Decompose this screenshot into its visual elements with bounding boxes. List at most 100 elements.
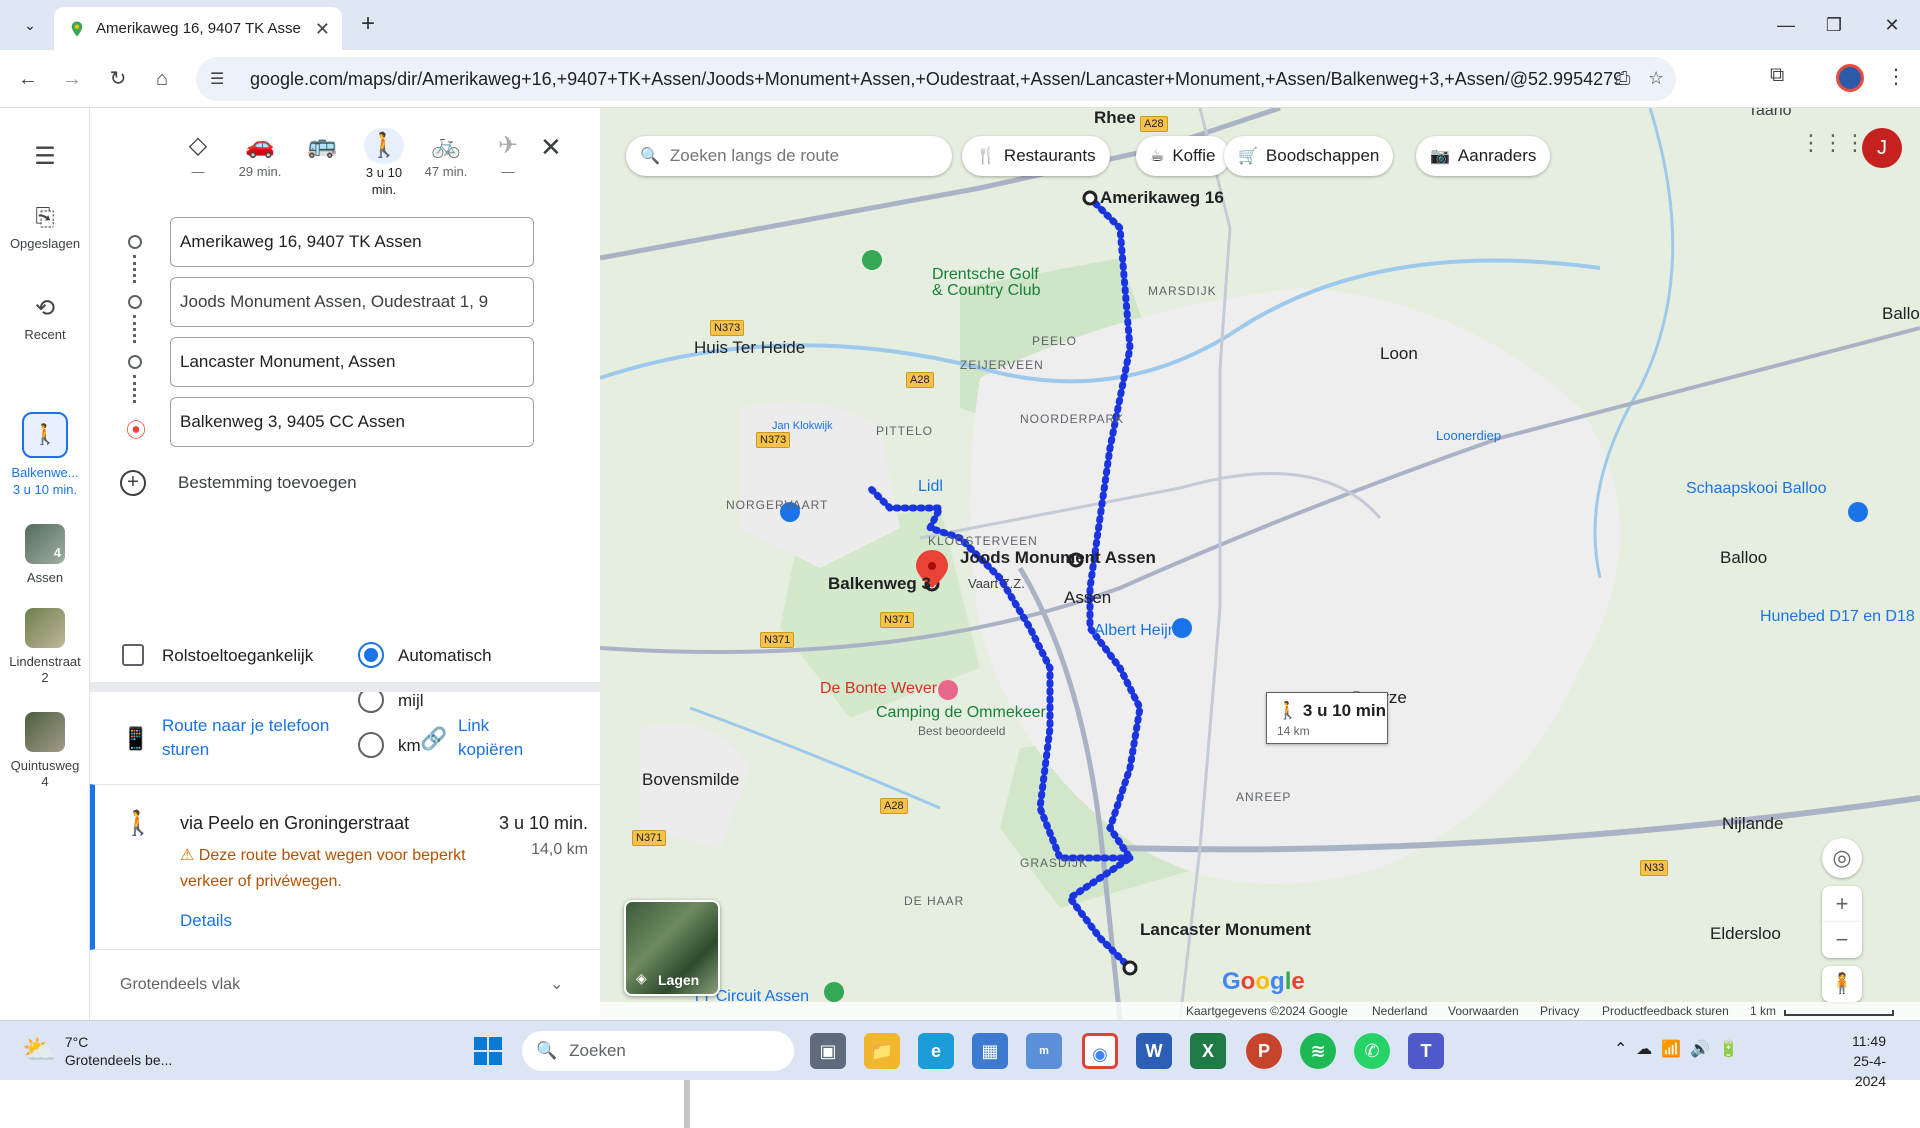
store-icon[interactable]: ▦ <box>972 1033 1008 1069</box>
country-link[interactable]: Nederland <box>1372 1004 1427 1018</box>
mode-transit[interactable]: 🚌 <box>294 128 350 164</box>
layers-button[interactable]: ◈ Lagen <box>624 900 720 996</box>
map-label-schaapskooi[interactable]: Schaapskooi Balloo <box>1686 480 1827 498</box>
powerpoint-icon[interactable]: P <box>1246 1033 1282 1069</box>
word-icon[interactable]: W <box>1136 1033 1172 1069</box>
chip-groceries[interactable]: 🛒 Boodschappen <box>1224 136 1394 176</box>
minimize-icon[interactable]: — <box>1766 10 1806 40</box>
map-label-hunebed[interactable]: Hunebed D17 en D18 <box>1760 608 1915 626</box>
mode-walk[interactable]: 🚶 3 u 10 min. <box>356 128 412 198</box>
close-directions-icon[interactable]: ✕ <box>540 132 562 163</box>
map-label-balkenweg[interactable]: Balkenweg 3 <box>828 574 931 594</box>
weather-widget[interactable]: ⛅ 7°C Grotendeels be... <box>22 1033 172 1069</box>
file-explorer-icon[interactable]: 📁 <box>864 1033 900 1069</box>
restore-icon[interactable]: ❐ <box>1814 10 1854 40</box>
map-label-albertheijn[interactable]: Albert Heijn <box>1094 622 1177 640</box>
forward-icon[interactable]: → <box>56 63 88 95</box>
route-diamond-icon: ◇ <box>188 132 208 159</box>
bookmark-star-icon[interactable]: ☆ <box>1648 68 1664 89</box>
close-tab-icon[interactable]: ✕ <box>315 19 330 40</box>
feedback-link[interactable]: Productfeedback sturen <box>1602 1004 1729 1018</box>
reload-icon[interactable]: ↻ <box>102 63 134 95</box>
route-duration-callout[interactable]: 🚶 3 u 10 min 14 km <box>1266 692 1388 744</box>
chrome-icon[interactable]: ◉ <box>1082 1033 1118 1069</box>
search-along-route[interactable]: 🔍 <box>626 136 952 176</box>
waypoint-input-1[interactable]: Amerikaweg 16, 9407 TK Assen <box>170 217 534 267</box>
zoom-in-button[interactable]: + <box>1822 886 1862 922</box>
edge-icon[interactable]: e <box>918 1033 954 1069</box>
spotify-icon[interactable]: ≋ <box>1300 1033 1336 1069</box>
tab-list-button[interactable]: ⌄ <box>12 8 48 42</box>
map-label-joods[interactable]: Joods Monument Assen <box>960 548 1156 568</box>
map-data-credit[interactable]: Kaartgegevens ©2024 Google <box>1186 1004 1348 1018</box>
elevation-summary[interactable]: Grotendeels vlak <box>120 976 240 994</box>
rail-item-label: Lindenstraat <box>9 654 81 669</box>
copy-link-button[interactable]: Link kopiëren <box>458 714 523 762</box>
plus-circle-icon: + <box>120 470 146 496</box>
zoom-out-button[interactable]: − <box>1822 922 1862 958</box>
clock[interactable]: 11:49 25-4-2024 <box>1826 1031 1886 1091</box>
back-icon[interactable]: ← <box>12 63 44 95</box>
site-info-icon[interactable]: ☰ <box>210 69 232 89</box>
close-window-icon[interactable]: ✕ <box>1872 10 1912 40</box>
menu-icon[interactable]: ⋮ <box>1886 64 1906 89</box>
mode-flight[interactable]: ✈ — <box>480 128 536 179</box>
mytp-app-icon[interactable]: m <box>1026 1033 1062 1069</box>
terms-link[interactable]: Voorwaarden <box>1448 1004 1519 1018</box>
address-bar[interactable]: ☰ google.com/maps/dir/Amerikaweg+16,+940… <box>196 57 1676 101</box>
map-label-bontewever[interactable]: De Bonte Wever <box>820 680 937 698</box>
hamburger-icon: ☰ <box>34 143 56 170</box>
task-view-icon[interactable]: ▣ <box>810 1033 846 1069</box>
details-link[interactable]: Details <box>180 911 232 931</box>
menu-button[interactable]: ☰ <box>0 142 90 175</box>
add-destination-button[interactable]: + Bestemming toevoegen <box>120 470 357 496</box>
excel-icon[interactable]: X <box>1190 1033 1226 1069</box>
rail-item-assen[interactable]: 4 Assen <box>0 524 90 585</box>
recent-button[interactable]: ⟲ Recent <box>0 294 90 342</box>
chevron-down-icon[interactable]: ⌄ <box>550 974 563 994</box>
url-text: google.com/maps/dir/Amerikaweg+16,+9407+… <box>250 68 1620 89</box>
whatsapp-icon[interactable]: ✆ <box>1354 1033 1390 1069</box>
street-view-pegman-icon[interactable]: 🧍 <box>1822 966 1862 1002</box>
my-location-icon[interactable]: ◎ <box>1822 838 1862 878</box>
windows-start-icon[interactable] <box>472 1035 504 1067</box>
privacy-link[interactable]: Privacy <box>1540 1004 1579 1018</box>
new-tab-button[interactable]: + <box>352 10 384 40</box>
search-along-route-input[interactable] <box>669 146 940 166</box>
waypoint-input-3[interactable]: Lancaster Monument, Assen <box>170 337 534 387</box>
teams-icon[interactable]: T <box>1408 1033 1444 1069</box>
rail-item-lindenstraat[interactable]: Lindenstraat 2 <box>0 608 90 686</box>
mode-best[interactable]: ◇ — <box>170 128 226 179</box>
map-label-lidl[interactable]: Lidl <box>918 478 943 496</box>
account-avatar[interactable]: J <box>1862 128 1902 168</box>
map-label-camping[interactable]: Camping de Ommekeer <box>876 704 1046 722</box>
saved-button[interactable]: ⎘ Opgeslagen <box>0 204 90 251</box>
map-label-amerikaweg[interactable]: Amerikaweg 16 <box>1100 188 1224 208</box>
map-label-lancaster[interactable]: Lancaster Monument <box>1140 920 1311 940</box>
scale-label[interactable]: 1 km <box>1750 1004 1776 1018</box>
install-app-icon[interactable]: ⎙ <box>1616 68 1630 89</box>
map-label-golf2[interactable]: & Country Club <box>932 282 1041 300</box>
extensions-icon[interactable]: ⧉ <box>1770 64 1784 87</box>
chip-recommended[interactable]: 📷 Aanraders <box>1416 136 1551 176</box>
wheelchair-checkbox[interactable] <box>122 644 144 666</box>
home-icon[interactable]: ⌂ <box>146 63 178 95</box>
mode-bike[interactable]: 🚲 47 min. <box>418 128 474 179</box>
system-tray[interactable]: ⌃ ☁ 📶 🔊 🔋 <box>1614 1039 1739 1059</box>
rail-item-quintusweg[interactable]: Quintusweg 4 <box>0 712 90 790</box>
route-card[interactable]: 🚶 via Peelo en Groningerstraat 3 u 10 mi… <box>90 784 600 950</box>
browser-tab[interactable]: Amerikaweg 16, 9407 TK Assen - Google Ma… <box>54 7 342 50</box>
callout-duration: 🚶 3 u 10 min <box>1277 701 1387 720</box>
profile-avatar[interactable] <box>1836 64 1864 92</box>
chip-coffee[interactable]: ☕ Koffie <box>1136 136 1230 176</box>
apps-grid-icon[interactable]: ⋮⋮⋮ <box>1800 130 1866 156</box>
unit-radio-auto[interactable] <box>358 642 384 668</box>
waypoint-input-2[interactable]: Joods Monument Assen, Oudestraat 1, 9 <box>170 277 534 327</box>
taskbar-search[interactable]: 🔍 Zoeken <box>522 1031 794 1071</box>
send-to-phone-link[interactable]: Route naar je telefoon sturen <box>162 714 329 762</box>
mode-car[interactable]: 🚗 29 min. <box>232 128 288 179</box>
waypoint-input-4[interactable]: Balkenweg 3, 9405 CC Assen <box>170 397 534 447</box>
map-canvas[interactable]: Rhee Taarlo Amerikaweg 16 Drentsche Golf… <box>600 108 1920 1020</box>
chip-restaurants[interactable]: 🍴 Restaurants <box>962 136 1110 176</box>
active-trip-button[interactable]: 🚶 <box>22 412 68 458</box>
